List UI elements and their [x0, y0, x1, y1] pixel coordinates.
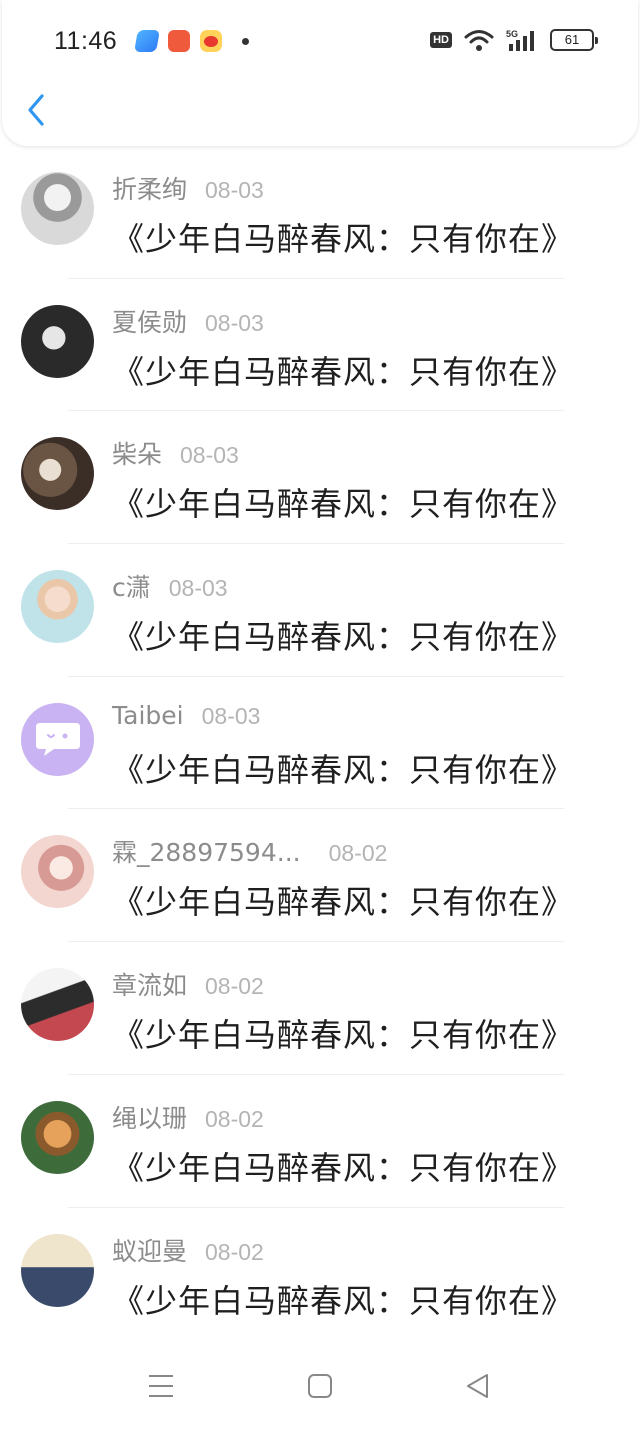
hd-badge: HD [430, 32, 452, 48]
comment-date: 08-03 [180, 442, 239, 469]
notification-icons [134, 30, 249, 52]
user-name[interactable]: 蚁迎曼 [112, 1232, 187, 1268]
comment-date: 08-03 [168, 575, 228, 602]
cellular-signal-icon: 5G [506, 29, 534, 51]
menu-lines-icon [149, 1375, 173, 1397]
comment-list: 折柔绚 08-03 《少年白马醉春风：只有你在》 夏侯勋 08-03 《少年白马醉春… [0, 146, 640, 1341]
comment-date: 08-03 [205, 177, 264, 203]
avatar[interactable] [21, 304, 94, 378]
chat-bubble-icon [35, 723, 80, 757]
more-notifications-dot [242, 37, 249, 45]
status-time: 11:46 [54, 27, 118, 55]
menu-button[interactable] [144, 1369, 178, 1403]
tencent-video-icon [134, 30, 160, 52]
user-name[interactable]: 绳以珊 [112, 1099, 187, 1135]
avatar[interactable] [21, 702, 94, 776]
comment-text: 《少年白马醉春风：只有你在》 [112, 750, 575, 789]
list-item[interactable]: 柴朵 08-03 《少年白马醉春风：只有你在》 [0, 411, 640, 545]
comment-text: 《少年白马醉春风：只有你在》 [112, 1148, 575, 1187]
comment-date: 08-02 [328, 840, 388, 867]
comment-text: 《少年白马醉春风：只有你在》 [112, 1281, 575, 1320]
avatar[interactable] [21, 835, 94, 909]
comment-date: 08-03 [205, 309, 264, 336]
user-name[interactable]: 霖_28897594... [112, 833, 301, 869]
status-bar: 11:46 HD 5G 61 [2, 0, 638, 84]
list-item[interactable]: Taibei 08-03 《少年白马醉春风：只有你在》 [0, 677, 640, 810]
user-name[interactable]: 章流如 [112, 966, 187, 1002]
list-item[interactable]: 章流如 08-02 《少年白马醉春风：只有你在》 [0, 942, 640, 1075]
comment-date: 08-02 [205, 973, 264, 1000]
avatar[interactable] [21, 172, 94, 245]
top-header: 11:46 HD 5G 61 [2, 0, 638, 146]
comment-text: 《少年白马醉春风：只有你在》 [112, 485, 575, 524]
system-nav-bar [0, 1339, 640, 1429]
list-item[interactable]: 霖_28897594... 08-02 《少年白马醉春风：只有你在》 [0, 809, 640, 943]
taobao-app-icon [168, 30, 190, 52]
chevron-left-icon [28, 94, 44, 126]
comment-text: 《少年白马醉春风：只有你在》 [112, 883, 575, 922]
square-home-icon [308, 1374, 332, 1398]
system-status: HD 5G 61 [430, 28, 598, 52]
wifi-icon [464, 30, 494, 51]
avatar[interactable] [21, 570, 94, 644]
nav-bar [2, 84, 638, 144]
battery-indicator: 61 [550, 29, 598, 51]
avatar[interactable] [21, 1233, 94, 1307]
list-item[interactable]: c潇 08-03 《少年白马醉春风：只有你在》 [0, 544, 640, 677]
back-button[interactable] [22, 92, 52, 128]
list-item[interactable]: 折柔绚 08-03 《少年白马醉春风：只有你在》 [0, 146, 640, 279]
triangle-back-icon [467, 1374, 488, 1398]
comment-text: 《少年白马醉春风：只有你在》 [112, 352, 575, 391]
avatar[interactable] [21, 968, 94, 1042]
network-label: 5G [506, 29, 518, 39]
weibo-icon [200, 30, 222, 52]
user-name[interactable]: 柴朵 [112, 435, 162, 471]
list-item[interactable]: 夏侯勋 08-03 《少年白马醉春风：只有你在》 [0, 279, 640, 412]
user-name[interactable]: 夏侯勋 [112, 303, 187, 339]
user-name[interactable]: 折柔绚 [112, 170, 187, 206]
list-item[interactable]: 蚁迎曼 08-02 《少年白马醉春风：只有你在》 [0, 1208, 640, 1341]
user-name[interactable]: Taibei [112, 701, 184, 730]
comment-text: 《少年白马醉春风：只有你在》 [112, 220, 575, 258]
comment-text: 《少年白马醉春风：只有你在》 [112, 618, 575, 657]
comment-date: 08-03 [201, 702, 261, 729]
avatar[interactable] [21, 437, 94, 511]
user-name[interactable]: c潇 [112, 568, 151, 604]
list-item[interactable]: 绳以珊 08-02 《少年白马醉春风：只有你在》 [0, 1075, 640, 1208]
home-button[interactable] [303, 1369, 337, 1403]
avatar[interactable] [21, 1100, 94, 1174]
comment-date: 08-02 [205, 1105, 264, 1132]
comment-date: 08-02 [205, 1238, 264, 1265]
comment-text: 《少年白马醉春风：只有你在》 [112, 1016, 575, 1055]
system-back-button[interactable] [461, 1369, 495, 1403]
